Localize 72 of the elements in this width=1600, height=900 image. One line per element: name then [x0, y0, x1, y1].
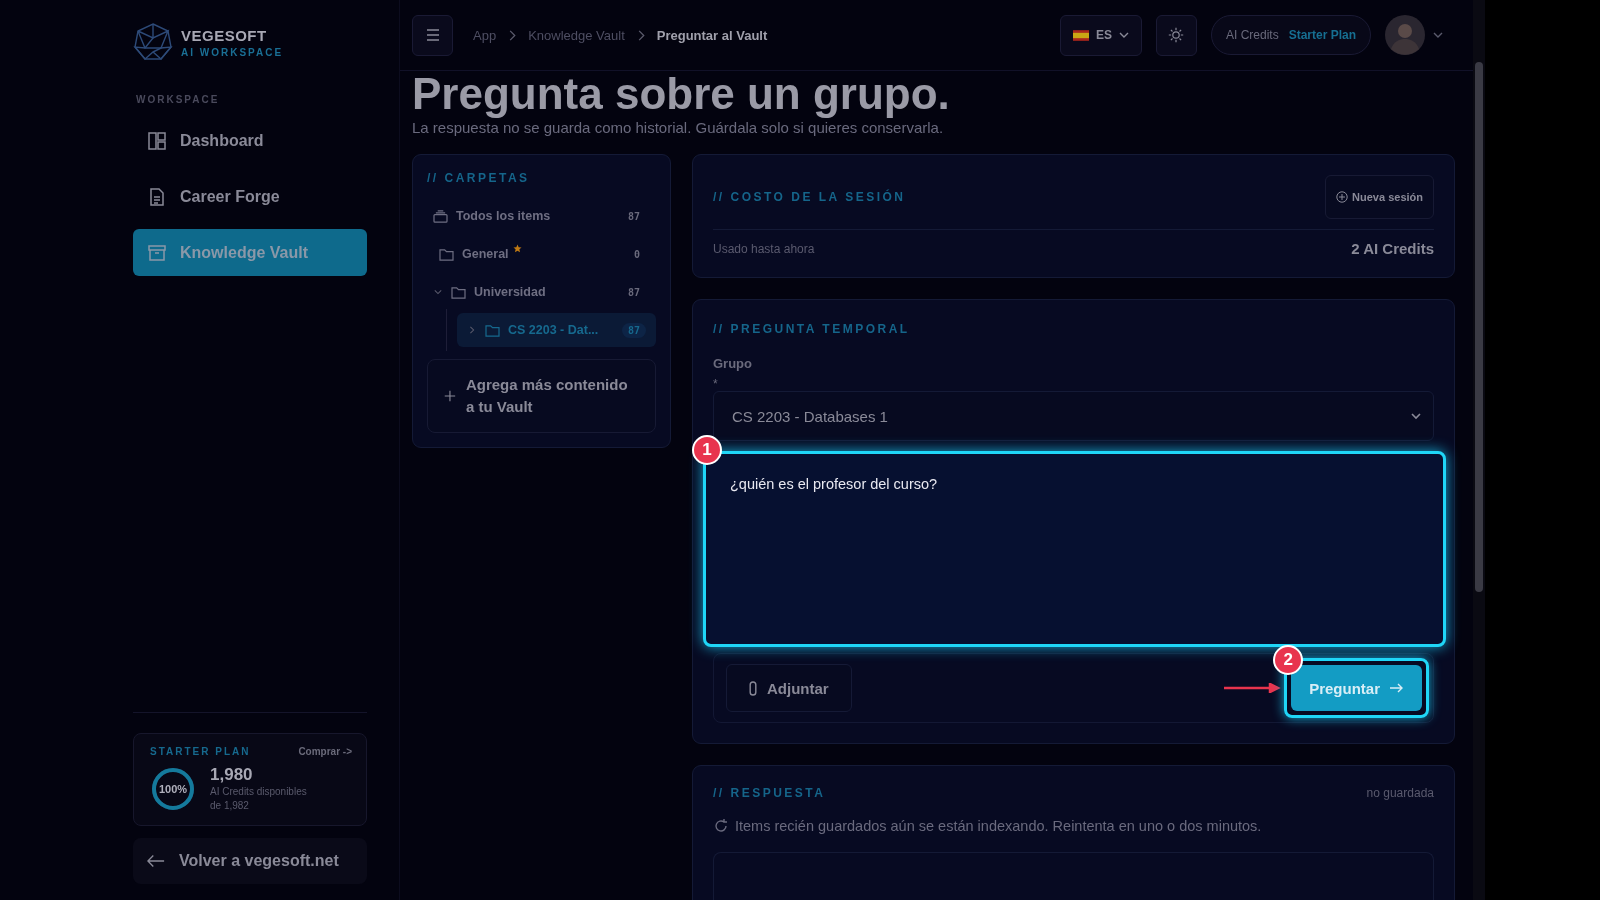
- group-select[interactable]: CS 2203 - Databases 1: [713, 391, 1434, 441]
- caret-icon: [1433, 31, 1443, 39]
- section-label: WORKSPACE: [136, 94, 221, 105]
- nav-item[interactable]: Dashboard: [133, 117, 367, 164]
- used-label: Usado hasta ahora: [713, 241, 815, 256]
- arrow-left-icon: [147, 854, 165, 868]
- credits-pill[interactable]: AI Credits Starter Plan: [1210, 15, 1371, 55]
- caret-icon: [1118, 31, 1129, 39]
- credits-caption: AI Credits disponibles: [210, 785, 307, 799]
- credits-count: 1,980: [210, 765, 254, 785]
- required-mark: *: [713, 377, 719, 391]
- folder-name: CS 2203 - Dat...: [508, 323, 599, 337]
- flag-icon: [1072, 29, 1089, 41]
- chevron-right-icon: [508, 29, 517, 41]
- breadcrumb-link[interactable]: Preguntar al Vault: [656, 27, 768, 43]
- language-button[interactable]: ES: [1059, 14, 1142, 56]
- attach-button[interactable]: Adjuntar: [726, 664, 852, 712]
- new-session-button[interactable]: Nueva sesión: [1325, 175, 1434, 219]
- credits-total: de 1,982: [210, 799, 250, 813]
- field-label: Grupo: [713, 356, 753, 371]
- credits-label: AI Credits: [1225, 28, 1279, 42]
- page-title: Pregunta sobre un grupo.: [412, 71, 951, 117]
- back-link[interactable]: Volver a vegesoft.net: [133, 838, 367, 884]
- buy-link[interactable]: Comprar ->: [298, 746, 352, 757]
- panel-title: // RESPUESTA: [713, 786, 826, 800]
- panel-title: // PREGUNTA TEMPORAL: [713, 322, 911, 336]
- caret-icon: [1411, 412, 1421, 420]
- logo-icon: [133, 22, 173, 62]
- page-subtitle: La respuesta no se guarda como historial. Guárdala solo si quieres conservarla.: [412, 119, 945, 136]
- nav-item[interactable]: Career Forge: [133, 173, 367, 220]
- arrow-right-icon: [1390, 682, 1404, 694]
- avatar[interactable]: [1385, 15, 1425, 55]
- plus-circle-icon: [1336, 191, 1349, 203]
- folder-item[interactable]: Universidad 87: [427, 275, 656, 309]
- theme-button[interactable]: [1155, 14, 1197, 56]
- folder-name: Todos los items: [456, 209, 551, 223]
- brand-name: VEGESOFT: [181, 26, 268, 44]
- folder-icon: [439, 247, 454, 261]
- item-count: 87: [626, 285, 641, 300]
- save-status: no guardada: [1366, 786, 1434, 800]
- paperclip-icon: [749, 680, 757, 696]
- star-icon: [512, 244, 522, 253]
- archive-icon: [147, 242, 167, 263]
- menu-icon: [425, 29, 440, 41]
- chevron-right-icon: [636, 29, 645, 41]
- step-marker: 2: [1273, 645, 1304, 675]
- brand-tagline: AI WORKSPACE: [181, 46, 284, 58]
- folder-item[interactable]: General 0: [427, 237, 656, 271]
- sun-icon: [1168, 27, 1185, 43]
- dashboard-icon: [147, 130, 167, 151]
- item-count: 0: [632, 247, 641, 262]
- folder-name: General: [462, 247, 509, 261]
- folder-item[interactable]: Todos los items 87: [427, 199, 656, 233]
- scrollbar-thumb[interactable]: [1475, 62, 1483, 592]
- step-marker: 1: [692, 435, 722, 465]
- folder-name: Universidad: [474, 285, 546, 299]
- add-content-button[interactable]: Agrega más contenido a tu Vault: [427, 359, 656, 433]
- menu-button[interactable]: [412, 14, 453, 56]
- folder-icon: [451, 285, 466, 299]
- panel-title: // CARPETAS: [427, 171, 531, 185]
- plan-title: STARTER PLAN: [150, 746, 251, 757]
- folder-icon: [485, 323, 500, 337]
- stack-icon: [433, 209, 448, 223]
- panel-title: // COSTO DE LA SESIÓN: [713, 190, 906, 204]
- item-count: 87: [621, 322, 646, 338]
- document-icon: [147, 186, 167, 207]
- plus-icon: [444, 388, 456, 404]
- refresh-icon: [713, 818, 729, 834]
- used-value: 2 AI Credits: [1351, 240, 1434, 257]
- indexing-notice: Items recién guardados aún se están indexando. Reintenta en uno o dos minutos.: [735, 818, 1262, 834]
- plan-name: Starter Plan: [1288, 28, 1356, 42]
- item-count: 87: [626, 209, 641, 224]
